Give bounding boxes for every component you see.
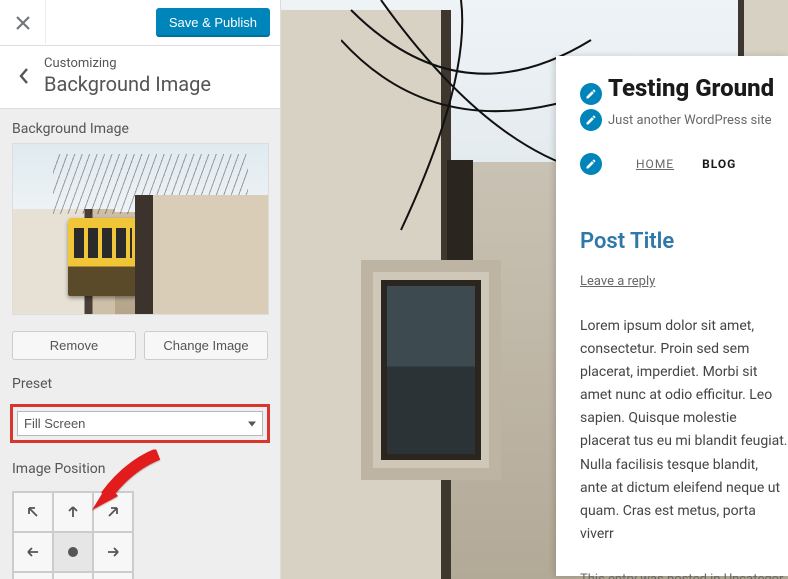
arrow-ne-icon <box>105 504 121 520</box>
save-publish-button[interactable]: Save & Publish <box>156 8 270 37</box>
image-position-grid <box>12 491 134 579</box>
arrow-w-icon <box>25 544 41 560</box>
position-bottom-right[interactable] <box>93 572 133 579</box>
post-title[interactable]: Post Title <box>580 229 788 254</box>
preset-select[interactable]: Fill Screen <box>17 411 263 436</box>
position-top[interactable] <box>53 492 93 532</box>
background-image-thumbnail[interactable] <box>12 143 269 315</box>
category-link[interactable]: Uncategor <box>724 572 784 579</box>
position-right[interactable] <box>93 532 133 572</box>
arrow-n-icon <box>65 504 81 520</box>
pencil-icon <box>585 88 597 100</box>
remove-button[interactable]: Remove <box>12 331 136 360</box>
header-title: Background Image <box>44 72 211 96</box>
arrow-nw-icon <box>25 504 41 520</box>
position-left[interactable] <box>13 532 53 572</box>
live-preview-pane: Testing Ground Just another WordPress si… <box>281 0 788 579</box>
chevron-left-icon <box>18 67 30 85</box>
site-title-row: Testing Ground <box>580 74 788 105</box>
preview-nav: HOME BLOG <box>580 153 788 175</box>
nav-blog[interactable]: BLOG <box>702 157 736 171</box>
leave-reply-link[interactable]: Leave a reply <box>580 274 655 289</box>
position-center[interactable] <box>53 532 93 572</box>
site-tagline: Just another WordPress site <box>608 113 772 128</box>
pencil-icon <box>585 114 597 126</box>
preset-label: Preset <box>12 376 268 392</box>
image-position-label: Image Position <box>12 461 268 477</box>
back-button[interactable] <box>4 56 44 96</box>
header-eyebrow: Customizing <box>44 56 211 71</box>
customizer-sidebar: Save & Publish Customizing Background Im… <box>0 0 281 579</box>
site-title[interactable]: Testing Ground <box>608 74 774 102</box>
post-meta: This entry was posted in Uncategor <box>580 572 788 579</box>
close-panel-button[interactable] <box>0 0 46 46</box>
edit-shortcut-title[interactable] <box>580 83 602 105</box>
preset-highlight-box: Fill Screen <box>10 404 270 443</box>
sidebar-top-bar: Save & Publish <box>0 0 280 46</box>
post-body: Lorem ipsum dolor sit amet, consectetur.… <box>580 315 788 546</box>
edit-shortcut-tagline[interactable] <box>580 109 602 131</box>
background-image-label: Background Image <box>12 121 268 137</box>
arrow-e-icon <box>105 544 121 560</box>
preview-page: Testing Ground Just another WordPress si… <box>556 56 788 576</box>
position-bottom[interactable] <box>53 572 93 579</box>
nav-home[interactable]: HOME <box>636 157 674 171</box>
center-dot-icon <box>68 547 78 557</box>
close-icon <box>16 16 30 30</box>
position-bottom-left[interactable] <box>13 572 53 579</box>
pencil-icon <box>585 158 597 170</box>
edit-shortcut-menu[interactable] <box>580 153 602 175</box>
section-header: Customizing Background Image <box>0 46 280 109</box>
position-top-left[interactable] <box>13 492 53 532</box>
change-image-button[interactable]: Change Image <box>144 331 268 360</box>
position-top-right[interactable] <box>93 492 133 532</box>
